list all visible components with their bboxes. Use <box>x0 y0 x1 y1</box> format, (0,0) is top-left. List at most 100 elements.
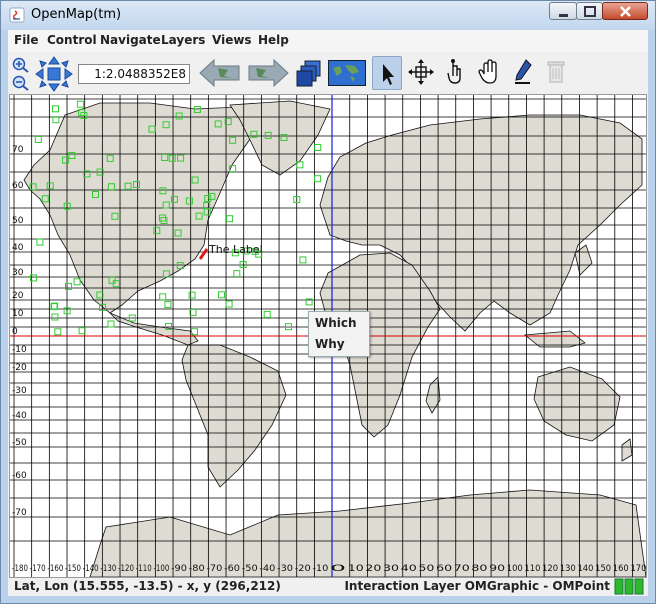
map-point-marker[interactable] <box>263 310 271 318</box>
lon-label: -140 <box>83 564 99 574</box>
lon-label: 10 <box>348 564 364 574</box>
lat-label: -10 <box>12 345 27 355</box>
map-point-marker[interactable] <box>78 327 86 335</box>
lon-label: 120 <box>542 564 558 574</box>
lon-label: 0 <box>330 564 347 574</box>
lon-label: -10 <box>312 564 328 574</box>
menu-bar: File Control Navigate Layers Views Help <box>8 30 648 52</box>
map-point-marker[interactable] <box>164 301 172 309</box>
lon-label: 50 <box>418 564 434 574</box>
select-arrow-icon <box>383 64 394 85</box>
lon-label: -180 <box>12 564 28 574</box>
active-layer-status: Interaction Layer OMGraphic - OMPoint <box>344 579 610 593</box>
close-icon <box>620 6 631 17</box>
lon-label: 30 <box>383 564 399 574</box>
zoom-out-icon[interactable] <box>12 75 30 91</box>
lat-label: 30 <box>12 268 24 278</box>
coordinates-readout: Lat, Lon (15.555, -13.5) - x, y (296,212… <box>14 579 281 593</box>
menu-layers[interactable]: Layers <box>161 33 205 47</box>
lon-label: -110 <box>136 564 152 574</box>
client-area: File Control Navigate Layers Views Help … <box>8 30 648 596</box>
lon-label: -60 <box>224 564 240 574</box>
map-point-marker[interactable] <box>225 300 233 308</box>
label-marker-line <box>198 248 209 260</box>
map-point-marker[interactable] <box>299 256 307 264</box>
lat-label: 50 <box>12 216 24 226</box>
java-app-icon <box>9 7 25 23</box>
application-window: OpenMap(tm) File Control Navigate Layers… <box>0 0 656 604</box>
minimize-icon <box>559 14 568 17</box>
lon-label: 130 <box>560 564 576 574</box>
crosshair-icon[interactable] <box>406 56 436 88</box>
menu-control[interactable]: Control <box>47 33 97 47</box>
lon-label: 100 <box>507 564 523 574</box>
lat-label: 0 <box>12 327 18 337</box>
status-bar: Lat, Lon (15.555, -13.5) - x, y (296,212… <box>8 576 648 596</box>
lat-label: -30 <box>12 386 27 396</box>
scale-field[interactable]: 1:2.0488352E8 <box>78 64 190 84</box>
pan-hand-icon[interactable] <box>474 56 504 88</box>
menu-views[interactable]: Views <box>212 33 252 47</box>
lon-label: 80 <box>471 564 487 574</box>
lon-label: 160 <box>613 564 629 574</box>
title-bar: OpenMap(tm) <box>1 1 655 30</box>
map-point-marker[interactable] <box>159 293 167 301</box>
lon-label: -100 <box>153 564 169 574</box>
lon-label: -30 <box>277 564 293 574</box>
select-tool-button[interactable] <box>372 56 402 90</box>
lon-label: 110 <box>524 564 540 574</box>
maximize-icon <box>584 6 596 17</box>
lon-label: 90 <box>489 564 505 574</box>
delete-icon[interactable] <box>544 56 568 88</box>
lat-label: 40 <box>12 243 24 253</box>
lat-label: 20 <box>12 291 24 301</box>
map-point-marker[interactable] <box>36 238 44 246</box>
map-point-marker[interactable] <box>51 313 59 321</box>
map-annotation-label: The Label <box>208 243 263 256</box>
menu-file[interactable]: File <box>14 33 39 47</box>
maximize-button[interactable] <box>576 2 603 20</box>
map-point-marker[interactable] <box>54 328 62 336</box>
lon-label: -160 <box>47 564 63 574</box>
draw-pencil-icon[interactable] <box>508 56 538 88</box>
lat-label: -40 <box>12 411 27 421</box>
map-point-marker[interactable] <box>218 291 225 299</box>
close-button[interactable] <box>602 2 648 20</box>
map-point-marker[interactable] <box>34 136 42 143</box>
popup-item-which[interactable]: Which <box>315 316 357 330</box>
lon-label: -70 <box>206 564 222 574</box>
menu-navigate[interactable]: Navigate <box>100 33 161 47</box>
map-point-marker[interactable] <box>314 175 322 183</box>
lon-label: -170 <box>30 564 46 574</box>
forward-projection-icon[interactable] <box>246 56 290 90</box>
zoom-in-icon[interactable] <box>12 57 30 73</box>
lon-label: -150 <box>65 564 81 574</box>
lon-label: 150 <box>595 564 611 574</box>
map-point-marker[interactable] <box>188 291 196 299</box>
map-point-marker[interactable] <box>52 105 59 113</box>
lat-label: 60 <box>12 181 24 191</box>
map-point-marker[interactable] <box>233 270 241 278</box>
distance-icon[interactable] <box>440 56 470 88</box>
map-point-marker[interactable] <box>52 116 60 124</box>
minimize-button[interactable] <box>549 2 577 20</box>
lon-label: 40 <box>401 564 417 574</box>
map-point-marker[interactable] <box>107 320 115 328</box>
pan-arrows-icon[interactable] <box>35 56 73 92</box>
overview-map-icon[interactable] <box>328 60 366 86</box>
map-point-marker[interactable] <box>65 282 72 290</box>
layers-icon[interactable] <box>296 59 322 89</box>
status-indicator-icon <box>614 578 644 595</box>
lat-label: -20 <box>12 363 27 373</box>
back-projection-icon[interactable] <box>198 56 242 90</box>
popup-item-why[interactable]: Why <box>315 337 345 351</box>
map-point-marker[interactable] <box>226 215 234 223</box>
map-point-marker[interactable] <box>73 278 81 286</box>
lon-label: -80 <box>189 564 205 574</box>
menu-help[interactable]: Help <box>258 33 289 47</box>
map-point-marker[interactable] <box>239 261 247 268</box>
lat-label: -70 <box>12 508 27 518</box>
lat-label: 10 <box>12 309 24 319</box>
map-point-marker[interactable] <box>76 100 84 108</box>
map-point-marker[interactable] <box>314 144 322 151</box>
